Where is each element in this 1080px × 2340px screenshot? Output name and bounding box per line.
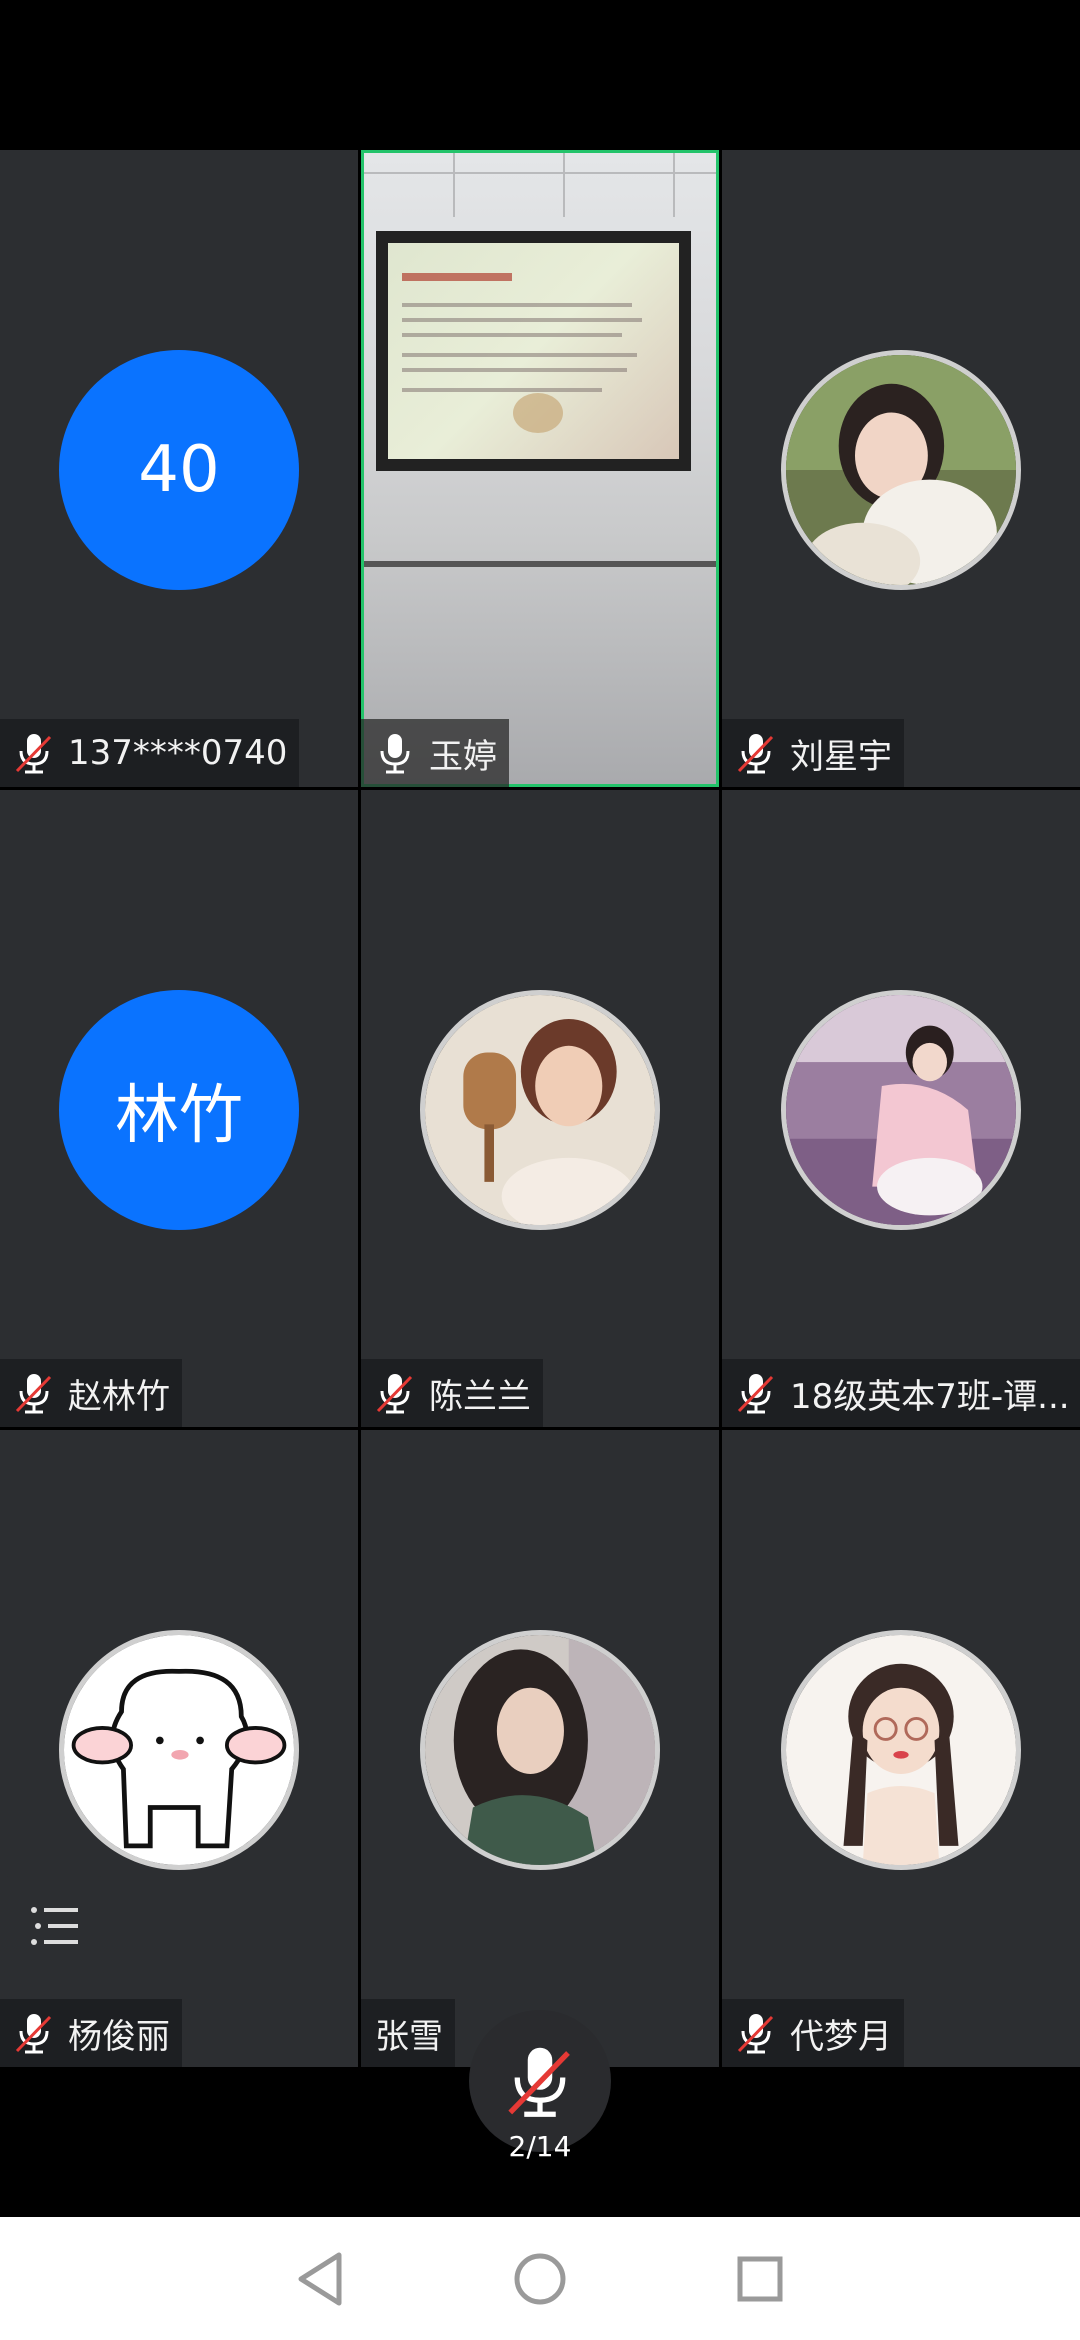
- participant-tile[interactable]: 代梦月: [722, 1430, 1080, 2067]
- participant-name: 18级英本7班-谭...: [790, 1376, 1070, 1417]
- participant-name: 玉婷: [429, 736, 497, 777]
- avatar: [781, 350, 1021, 590]
- letter-avatar: 40: [59, 350, 299, 590]
- name-tag: 玉婷: [361, 719, 509, 787]
- name-tag: 陈兰兰: [361, 1359, 543, 1427]
- home-button[interactable]: [510, 2249, 570, 2309]
- recents-button[interactable]: [730, 2249, 790, 2309]
- participant-name: 陈兰兰: [429, 1376, 531, 1417]
- video-grid: 40 137****0740 玉婷 刘星宇 林竹 赵林竹 陈兰兰 18级英本7班…: [0, 150, 1080, 2067]
- participant-name: 杨俊丽: [68, 2016, 170, 2057]
- participant-name: 代梦月: [790, 2016, 892, 2057]
- mic-muted-icon: [736, 1371, 776, 1415]
- avatar: [59, 1630, 299, 1870]
- system-nav-bar: [0, 2217, 1080, 2340]
- participant-name: 赵林竹: [68, 1376, 170, 1417]
- participant-tile[interactable]: 40 137****0740: [0, 150, 358, 787]
- avatar: [781, 1630, 1021, 1870]
- avatar: [420, 1630, 660, 1870]
- name-tag: 18级英本7班-谭...: [722, 1359, 1080, 1427]
- letter-avatar: 林竹: [59, 990, 299, 1230]
- participant-name: 张雪: [375, 2016, 443, 2057]
- participant-tile[interactable]: 陈兰兰: [361, 790, 719, 1427]
- name-tag: 赵林竹: [0, 1359, 182, 1427]
- mic-muted-icon: [375, 1371, 415, 1415]
- mic-muted-icon: [14, 731, 54, 775]
- recents-square-icon: [737, 2256, 783, 2301]
- video-feed: [364, 153, 716, 784]
- name-tag: 张雪: [361, 1999, 455, 2067]
- avatar: [781, 990, 1021, 1230]
- ceiling-lines: [364, 153, 716, 217]
- mic-muted-icon: [14, 2011, 54, 2055]
- participant-tile-active[interactable]: 玉婷: [361, 150, 719, 787]
- mic-muted-icon: [736, 731, 776, 775]
- name-tag: 刘星宇: [722, 719, 904, 787]
- mic-icon: [375, 731, 415, 775]
- name-tag: 杨俊丽: [0, 1999, 182, 2067]
- mic-muted-icon: [505, 2042, 575, 2120]
- page-indicator: 2/14: [508, 2130, 572, 2163]
- back-triangle-icon: [298, 2252, 342, 2305]
- participant-list-button[interactable]: [4, 1876, 104, 1976]
- participant-name: 137****0740: [68, 733, 288, 773]
- list-icon: [31, 1907, 78, 1945]
- name-tag: 代梦月: [722, 1999, 904, 2067]
- projector-screen: [376, 231, 691, 471]
- back-button[interactable]: [290, 2249, 350, 2309]
- home-circle-icon: [514, 2253, 566, 2304]
- avatar: [420, 990, 660, 1230]
- participant-name: 刘星宇: [790, 736, 892, 777]
- mic-muted-icon: [14, 1371, 54, 1415]
- participant-tile[interactable]: 张雪: [361, 1430, 719, 2067]
- participant-tile[interactable]: 林竹 赵林竹: [0, 790, 358, 1427]
- mic-muted-icon: [736, 2011, 776, 2055]
- participant-tile[interactable]: 刘星宇: [722, 150, 1080, 787]
- name-tag: 137****0740: [0, 719, 300, 787]
- participant-tile[interactable]: 18级英本7班-谭...: [722, 790, 1080, 1427]
